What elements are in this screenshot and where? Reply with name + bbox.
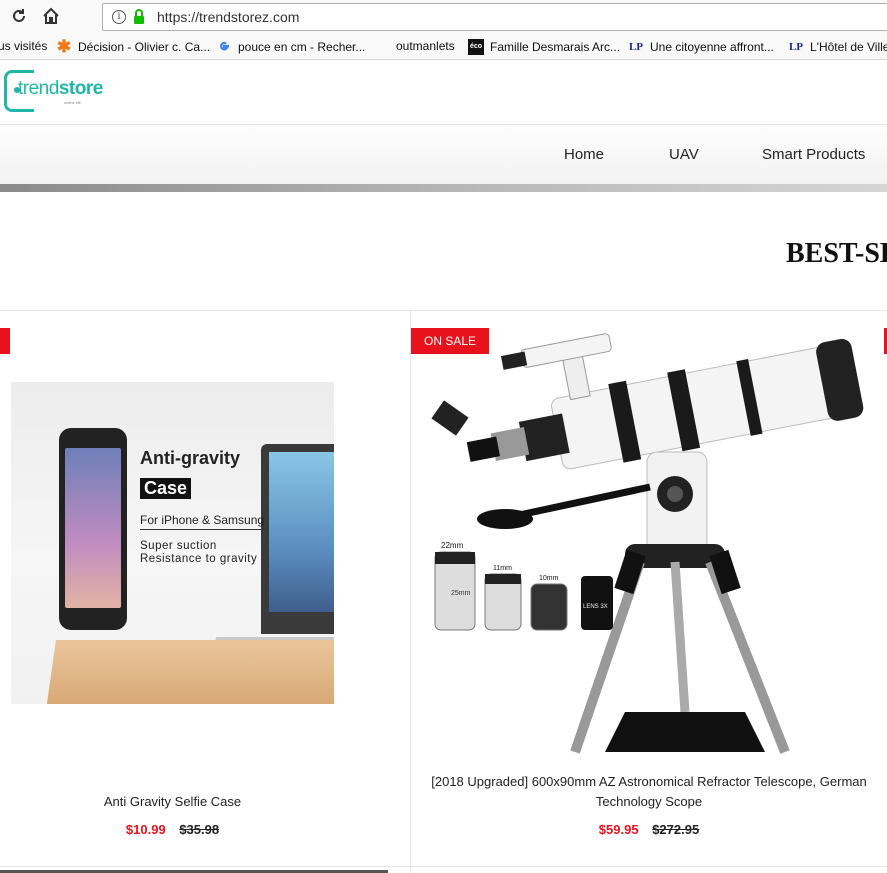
lock-icon[interactable] bbox=[133, 9, 145, 25]
google-icon bbox=[216, 39, 232, 55]
bookmark-item[interactable]: LP L'Hôtel de Ville bbox=[788, 39, 887, 55]
section-title: BEST-SE bbox=[786, 238, 887, 269]
table-shape bbox=[46, 640, 334, 704]
main-nav: Home UAV Smart Products bbox=[0, 124, 887, 184]
nav-smart-products[interactable]: Smart Products bbox=[762, 146, 865, 163]
bookmark-label: Décision - Olivier c. Ca... bbox=[78, 40, 211, 54]
product-title[interactable]: Anti Gravity Selfie Case bbox=[0, 792, 345, 812]
eyepiece-label: LENS 3X bbox=[583, 604, 608, 610]
lp-icon: LP bbox=[788, 41, 804, 53]
bookmark-item[interactable]: ✱ Décision - Olivier c. Ca... bbox=[56, 37, 211, 56]
sale-price: $10.99 bbox=[125, 822, 166, 837]
original-price: $35.98 bbox=[179, 822, 220, 837]
site-logo[interactable]: trendstore online life bbox=[4, 70, 108, 112]
bookmark-item[interactable]: éco Famille Desmarais Arc... bbox=[468, 39, 620, 55]
url-text[interactable]: https://trendstorez.com bbox=[157, 9, 299, 25]
product-title[interactable]: [2018 Upgraded] 600x90mm AZ Astronomical… bbox=[411, 772, 887, 812]
image-caption: Anti-gravity bbox=[140, 448, 241, 468]
product-price: $10.99 $35.98 bbox=[0, 822, 345, 837]
lp-icon: LP bbox=[628, 41, 644, 53]
laptop-shape bbox=[261, 444, 334, 634]
phone-shape bbox=[59, 428, 127, 630]
slider-edge bbox=[0, 184, 887, 192]
bookmark-label: L'Hôtel de Ville bbox=[810, 40, 887, 54]
reload-icon[interactable] bbox=[8, 6, 30, 28]
bookmark-item[interactable]: us visités bbox=[0, 39, 47, 53]
image-caption: For iPhone & Samsung bbox=[140, 513, 265, 530]
home-icon[interactable] bbox=[40, 6, 62, 28]
bookmark-label: outmanlets bbox=[396, 39, 455, 53]
eyepiece-label: 22mm bbox=[441, 541, 464, 550]
bookmark-label: Une citoyenne affront... bbox=[650, 40, 774, 54]
nav-uav[interactable]: UAV bbox=[669, 146, 699, 163]
browser-toolbar: i https://trendstorez.com bbox=[0, 0, 887, 34]
bookmark-item[interactable]: pouce en cm - Recher... bbox=[216, 39, 365, 55]
bookmark-item[interactable]: LP Une citoyenne affront... bbox=[628, 39, 774, 55]
bookmarks-toolbar: us visités ✱ Décision - Olivier c. Ca...… bbox=[0, 34, 887, 60]
eco-icon: éco bbox=[468, 39, 484, 55]
bookmark-item[interactable]: outmanlets bbox=[396, 39, 455, 53]
info-icon[interactable]: i bbox=[112, 10, 126, 24]
logo-text: trendstore bbox=[18, 78, 103, 99]
grid-divider bbox=[0, 866, 887, 867]
eyepiece-label: 10mm bbox=[539, 575, 559, 582]
bookmark-label: us visités bbox=[0, 39, 48, 53]
product-price: $59.95 $272.95 bbox=[411, 822, 887, 837]
image-caption: Case bbox=[140, 478, 192, 499]
bookmark-label: pouce en cm - Recher... bbox=[238, 40, 366, 54]
bookmark-label: Famille Desmarais Arc... bbox=[490, 40, 621, 54]
url-field[interactable]: i https://trendstorez.com bbox=[102, 3, 887, 31]
logo-tagline: online life bbox=[64, 100, 81, 105]
eyepiece-label: 25mm bbox=[451, 590, 471, 597]
product-image[interactable]: Anti-gravity Case For iPhone & Samsung S… bbox=[11, 382, 334, 704]
nav-home[interactable]: Home bbox=[564, 146, 604, 163]
product-image[interactable]: 22mm 11mm 10mm 25mm LENS 3X bbox=[425, 312, 865, 754]
image-caption: Super suction Resistance to gravity bbox=[140, 540, 258, 565]
asterisk-icon: ✱ bbox=[56, 37, 72, 56]
eyepiece-label: 11mm bbox=[493, 565, 512, 572]
site-header bbox=[0, 61, 887, 124]
original-price: $272.95 bbox=[652, 822, 700, 837]
sale-price: $59.95 bbox=[598, 822, 639, 837]
grid-divider bbox=[0, 310, 887, 311]
sale-badge bbox=[0, 328, 10, 354]
